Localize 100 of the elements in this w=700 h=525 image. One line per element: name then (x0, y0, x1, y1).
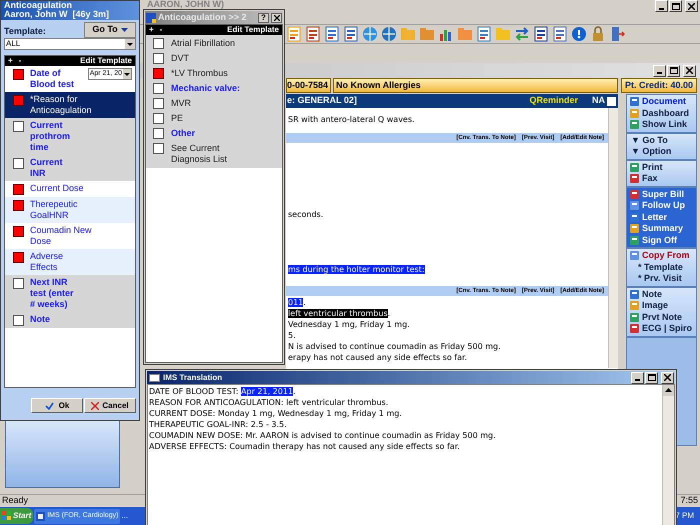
sidebar-item[interactable]: Copy From (642, 249, 690, 262)
help-icon[interactable] (571, 26, 587, 42)
checklist-label[interactable]: See Current Diagnosis List (171, 143, 241, 165)
checkbox[interactable] (13, 184, 24, 195)
sidebar-item[interactable]: Print (642, 160, 663, 174)
sidebar-item[interactable]: Sign Off (642, 234, 677, 247)
sidebar-item[interactable]: ECG | Spiro (642, 322, 692, 336)
globe-icon[interactable] (362, 26, 378, 42)
sidebar-item[interactable]: Letter (642, 210, 668, 224)
maximize-button[interactable] (667, 64, 680, 76)
checkbox[interactable] (153, 38, 164, 49)
help-button[interactable]: ? (258, 12, 269, 22)
checkbox[interactable] (13, 278, 24, 289)
sidebar-item[interactable]: * Template (638, 260, 683, 274)
sidebar-item[interactable]: Image (642, 299, 668, 312)
maximize-button[interactable] (645, 372, 658, 384)
minimize-button[interactable] (653, 64, 666, 76)
cancel-button[interactable]: Cancel (84, 398, 136, 413)
checkbox[interactable] (13, 121, 24, 132)
exit-icon[interactable] (609, 26, 625, 42)
close-icon (688, 2, 695, 10)
window-title: Anticoagulation >> 2 (158, 10, 247, 24)
window-title: AARON, JOHN W) (147, 0, 224, 9)
checkbox[interactable] (153, 98, 164, 109)
checklist-label[interactable]: Date of Blood test (30, 68, 78, 90)
sidebar-item[interactable]: Fax (642, 172, 658, 186)
scrollbar[interactable] (662, 385, 674, 525)
lock-icon[interactable] (590, 26, 606, 42)
caret-icon (120, 28, 128, 32)
checkbox[interactable] (13, 158, 24, 169)
sidebar-item[interactable]: Prvt Note (642, 310, 682, 324)
checkbox[interactable] (13, 200, 24, 211)
sidebar-item[interactable]: Follow Up (642, 199, 685, 212)
checklist-label[interactable]: Atrial Fibrillation (171, 38, 241, 49)
checklist-label[interactable]: PE (171, 113, 241, 124)
document-icon[interactable] (324, 26, 340, 42)
credit-field: Pt. Credit: 40.00 (621, 78, 697, 93)
na-checkbox[interactable] (607, 96, 616, 106)
caret-icon (125, 39, 135, 49)
minimize-button[interactable] (631, 372, 644, 384)
close-button[interactable] (271, 12, 282, 22)
sidebar-item[interactable]: ▼ Go To (631, 134, 668, 147)
window-title: Anticoagulation (4, 1, 73, 10)
collapse-all-button[interactable]: - (18, 57, 22, 65)
checkbox[interactable] (13, 226, 24, 237)
caret-icon (123, 69, 131, 79)
window-title: IMS Translation (163, 372, 222, 384)
checkbox[interactable] (153, 128, 164, 139)
sidebar-item[interactable]: ▼ Option (631, 145, 672, 158)
expand-all-button[interactable]: + (8, 57, 13, 65)
note-text: erapy has not caused any side effects so far. (288, 353, 468, 362)
sidebar-item[interactable]: Note (642, 288, 662, 301)
translation-text: ADVERSE EFFECTS: Coumadin therapy has not caused any side effects so far. (149, 441, 460, 452)
sidebar-item[interactable]: Dashboard (642, 106, 690, 120)
sidebar-icon (629, 96, 640, 108)
close-icon (664, 374, 671, 381)
checkbox[interactable] (13, 95, 24, 106)
checklist-label[interactable]: *LV Thrombus (171, 68, 241, 79)
minimize-button[interactable] (655, 0, 668, 12)
checkmark-icon (44, 402, 54, 410)
scroll-up-icon[interactable] (663, 385, 674, 396)
go-to-button[interactable]: Go To (84, 22, 136, 38)
transfer-icon[interactable] (514, 26, 530, 42)
checklist-label[interactable]: DVT (171, 53, 241, 64)
checkbox[interactable] (153, 68, 164, 79)
checkbox[interactable] (13, 252, 24, 263)
reminder-link[interactable]: QReminder (529, 94, 578, 108)
sidebar-icon (629, 108, 640, 119)
windows-logo-icon (2, 511, 12, 521)
checkbox[interactable] (153, 143, 164, 154)
checklist-label[interactable]: MVR (171, 98, 241, 109)
maximize-button[interactable] (669, 0, 682, 12)
scrollbar[interactable] (608, 108, 618, 368)
app-icon (36, 512, 46, 520)
ok-button[interactable]: Ok (31, 398, 83, 413)
checkbox[interactable] (153, 113, 164, 124)
checklist-label[interactable]: Mechanic valve: (171, 83, 241, 94)
checklist-label[interactable]: Current Dose (30, 183, 92, 194)
sidebar-item[interactable]: Super Bill (642, 188, 684, 201)
checkbox[interactable] (13, 69, 24, 80)
note-text: Vednesday 1 mg, Friday 1 mg. (288, 320, 410, 329)
sidebar-item[interactable]: Show Link (642, 118, 687, 132)
globe-icon[interactable] (381, 26, 397, 42)
sidebar-item[interactable]: Summary (642, 222, 684, 236)
collapse-all-button[interactable]: - (160, 26, 162, 34)
checklist-label[interactable]: Coumadin New Dose (30, 225, 92, 247)
checkbox[interactable] (13, 315, 24, 326)
checkbox[interactable] (153, 83, 164, 94)
sidebar-item[interactable]: * Prv. Visit (638, 272, 682, 286)
document-icon[interactable] (533, 26, 549, 42)
sidebar-icon (629, 288, 640, 300)
checklist-label[interactable]: Other (171, 128, 241, 139)
status-text: Ready (2, 494, 28, 508)
sidebar-icon (629, 119, 640, 130)
sidebar-item[interactable]: Document (642, 95, 686, 108)
expand-all-button[interactable]: + (149, 26, 154, 34)
template-dropdown[interactable]: ALL (4, 38, 136, 50)
checkbox[interactable] (153, 53, 164, 64)
start-button[interactable]: Start (0, 508, 34, 524)
note-text: seconds. (288, 210, 324, 219)
